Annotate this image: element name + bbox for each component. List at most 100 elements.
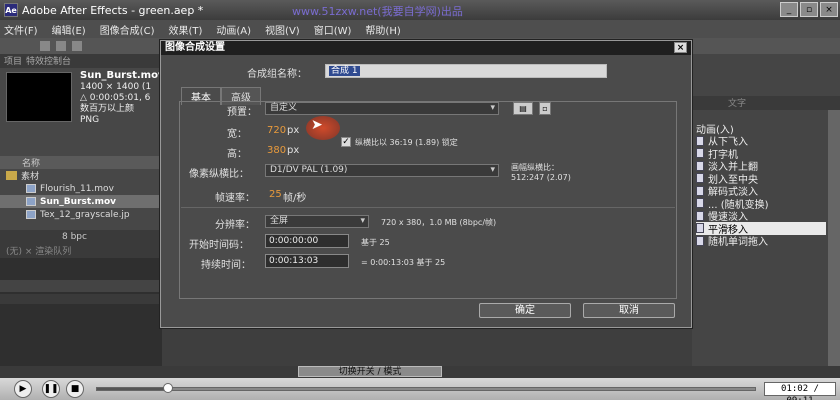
frame-rate-unit: 帧/秒 [283,193,307,204]
timeline-tab[interactable]: (无) × 渲染队列 [0,244,162,258]
preset-icon [696,135,704,146]
timeline-panel: (无) × 渲染队列 [0,244,162,370]
delete-preset-icon[interactable]: ▫ [539,102,551,115]
pause-icon[interactable]: ❚❚ [42,380,60,398]
frame-rate-label: 帧速率： [215,193,255,204]
seek-handle[interactable] [163,383,174,393]
scrollbar[interactable] [828,110,840,370]
toggle-switches-modes-button[interactable]: 切换开关 / 模式 [298,366,442,377]
title-bar: Ae Adobe After Effects - green.aep * www… [0,0,840,20]
project-tabs: 项目 特效控制台 [0,54,162,68]
divider [181,207,675,208]
dialog-title-bar: 图像合成设置 × [161,41,691,55]
rotate-tool-icon[interactable] [72,41,82,51]
list-item[interactable]: Flourish_11.mov [0,182,162,195]
list-item[interactable]: 随机单词拖入 [696,235,826,248]
preset-list: 动画(入) 从下飞入 打字机 淡入并上翻 划入至中央 解码式淡入 ... (随机… [696,122,826,248]
duration-input[interactable]: 0:00:13:03 [265,254,349,268]
play-icon[interactable]: ▶ [14,380,32,398]
film-icon [26,184,36,193]
video-player-bar: ▶ ❚❚ ■ 01:02 / 09:11 [0,378,840,400]
window-controls: _ ▫ × [780,2,838,17]
project-panel: 项目 特效控制台 Sun_Burst.mov 1400 × 1400 (1 △ … [0,54,164,244]
menu-help[interactable]: 帮助(H) [365,22,400,37]
preset-label: 预置： [227,107,257,118]
menu-window[interactable]: 窗口(W) [314,22,352,37]
composition-settings-dialog: 图像合成设置 × 合成组名称： 合成 1 基本 高级 预置： 自定义 ▤ ▫ 宽… [160,40,692,328]
seek-progress [97,388,170,390]
list-item[interactable]: 素材 [0,169,162,182]
project-footer: 8 bpc [0,230,162,244]
list-item[interactable]: Tex_12_grayscale.jp [0,208,162,221]
ok-button[interactable]: 确定 [479,303,571,318]
close-window-button[interactable]: × [820,2,838,17]
save-preset-icon[interactable]: ▤ [513,102,533,115]
menu-effect[interactable]: 效果(T) [168,22,202,37]
column-header-name[interactable]: 名称 [0,156,162,169]
resolution-info: 720 x 380，1.0 MB (8bpc/帧) [381,218,497,227]
film-icon [26,197,36,206]
window-title: Adobe After Effects - green.aep * [22,3,204,17]
frame-aspect-value: 512:247 (2.07) [511,173,571,182]
tab-text[interactable]: 文字 [692,96,840,110]
height-unit: px [287,145,300,156]
menu-composition[interactable]: 图像合成(C) [100,22,155,37]
lock-aspect-label: 纵横比以 36:19 (1.89) 锁定 [355,138,458,147]
frame-aspect-label: 画幅纵横比： [511,163,559,172]
stop-icon[interactable]: ■ [66,380,84,398]
height-value[interactable]: 380 [267,145,286,156]
hand-tool-icon[interactable] [40,41,50,51]
duration-info: = 0:00:13:03 基于 25 [361,258,446,267]
frame-rate-value[interactable]: 25 [269,189,282,200]
start-timecode-base: 基于 25 [361,238,390,247]
list-item[interactable]: Sun_Burst.mov [0,195,162,208]
dialog-title: 图像合成设置 [165,42,225,53]
close-icon[interactable]: × [674,42,687,53]
comp-name-label: 合成组名称： [247,69,307,80]
mouse-cursor-icon: ➤ [311,117,323,133]
start-timecode-label: 开始时间码： [189,240,249,251]
maximize-button[interactable]: ▫ [800,2,818,17]
footage-colors: 数百万以上颜 [80,104,135,114]
effects-presets-panel: 文字 动画(入) 从下飞入 打字机 淡入并上翻 划入至中央 解码式淡入 ... … [692,54,840,370]
preset-icon [696,198,704,209]
watermark: www.51zxw.net(我要自学网)出品 [292,5,463,18]
width-label: 宽： [227,129,247,140]
menu-file[interactable]: 文件(F) [4,22,38,37]
height-label: 高： [227,149,247,160]
footage-dimensions: 1400 × 1400 (1 [80,82,152,92]
comp-name-input[interactable]: 合成 1 [325,64,607,78]
time-display: 01:02 / 09:11 [764,382,836,400]
menu-view[interactable]: 视图(V) [265,22,300,37]
preset-icon [696,235,704,246]
preset-select[interactable]: 自定义 [265,102,499,115]
pixel-aspect-select[interactable]: D1/DV PAL (1.09) [265,164,499,177]
duration-label: 持续时间： [201,260,251,271]
preset-icon [696,185,704,196]
start-timecode-input[interactable]: 0:00:00:00 [265,234,349,248]
tab-project[interactable]: 项目 [4,54,22,68]
width-unit: px [287,125,300,136]
preset-icon [696,173,704,184]
preset-icon [696,210,704,221]
preset-icon [696,148,704,159]
footage-info: Sun_Burst.mov 1400 × 1400 (1 △ 0:00:05:0… [80,70,164,126]
pixel-aspect-label: 像素纵横比： [189,169,249,180]
footage-duration: △ 0:00:05:01, 6 [80,93,151,103]
lock-aspect-checkbox[interactable]: ✓ [341,137,351,147]
seek-bar[interactable] [96,387,756,391]
width-value[interactable]: 720 [267,125,286,136]
menu-bar: 文件(F) 编辑(E) 图像合成(C) 效果(T) 动画(A) 视图(V) 窗口… [0,20,840,38]
footage-name: Sun_Burst.mov [80,70,165,81]
resolution-label: 分辨率： [215,220,255,231]
cancel-button[interactable]: 取消 [583,303,675,318]
minimize-button[interactable]: _ [780,2,798,17]
tab-effect-controls[interactable]: 特效控制台 [26,54,71,68]
preset-icon [696,223,704,234]
project-list: 素材 Flourish_11.mov Sun_Burst.mov Tex_12_… [0,169,162,221]
zoom-tool-icon[interactable] [56,41,66,51]
bit-depth[interactable]: 8 bpc [62,232,87,242]
resolution-select[interactable]: 全屏 [265,215,369,228]
menu-animation[interactable]: 动画(A) [216,22,251,37]
menu-edit[interactable]: 编辑(E) [52,22,86,37]
